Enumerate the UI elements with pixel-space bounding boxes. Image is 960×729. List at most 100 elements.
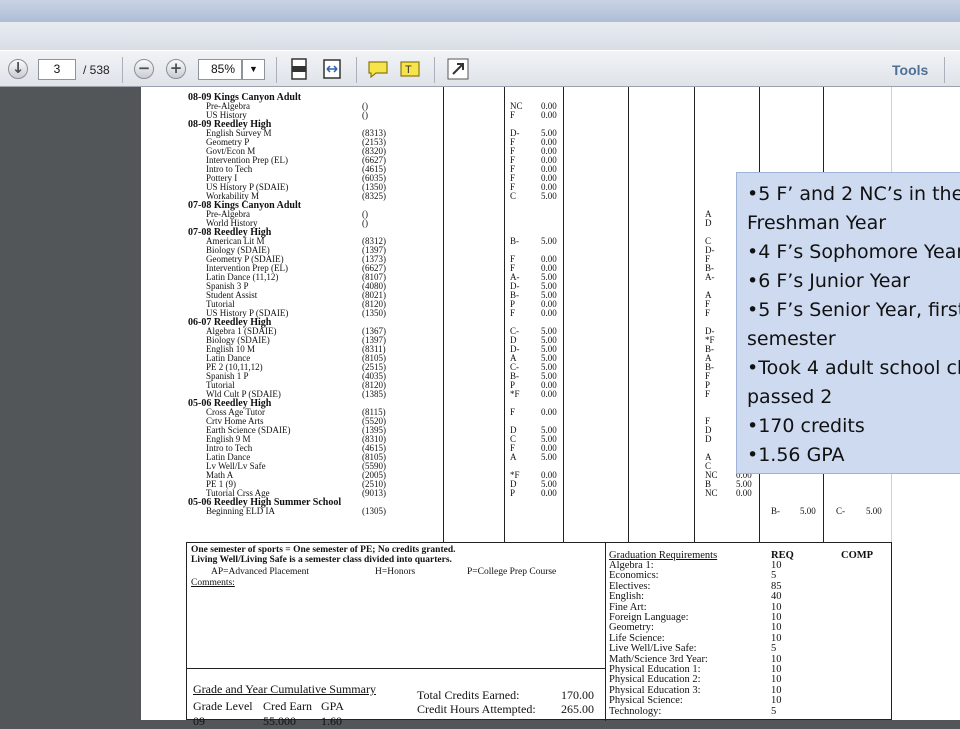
page-number-input[interactable]: 3 bbox=[38, 59, 76, 80]
menu-strip bbox=[0, 22, 960, 50]
bullet-item: •5 F’ and 2 NC’s in the bbox=[747, 183, 960, 205]
graduation-requirement-name: Geometry: bbox=[609, 622, 654, 634]
credit-sem1: 5.00 bbox=[541, 451, 557, 462]
fit-width-icon[interactable] bbox=[320, 57, 344, 81]
grade-sem1: F bbox=[510, 407, 516, 418]
pdf-toolbar: ↓ 3 / 538 − + 85% ▼ T Tools bbox=[0, 50, 960, 87]
toolbar-separator bbox=[944, 57, 945, 83]
credit-summer2: 5.00 bbox=[866, 505, 882, 516]
credit-summer: 5.00 bbox=[800, 505, 816, 516]
bullet-continuation: passed 2 bbox=[747, 386, 833, 408]
summary-row-grade: 09 bbox=[193, 714, 205, 728]
summary-divider bbox=[187, 668, 605, 669]
grade-sem2: F bbox=[705, 388, 711, 399]
lwls-note: Living Well/Living Safe is a semester cl… bbox=[191, 555, 452, 565]
grade-summer: B- bbox=[771, 505, 780, 516]
graduation-requirement-name: English: bbox=[609, 591, 645, 603]
bullet-item: •1.56 GPA bbox=[747, 444, 845, 466]
graduation-requirement-req: 5 bbox=[771, 705, 777, 717]
window-title-strip bbox=[0, 0, 960, 22]
graduation-requirement-name: Physical Science: bbox=[609, 695, 683, 707]
comments-label: Comments: bbox=[191, 578, 235, 588]
course-code: () bbox=[362, 218, 368, 229]
grade-sem2: D bbox=[705, 433, 712, 444]
grade-column-divider bbox=[563, 87, 564, 542]
graduation-requirement-name: Live Well/Live Safe: bbox=[609, 643, 697, 655]
expand-icon[interactable] bbox=[446, 57, 470, 81]
bullet-overlay: •5 F’ and 2 NC’s in the Freshman Year •4… bbox=[736, 172, 960, 474]
graduation-requirement-req: 5 bbox=[771, 643, 777, 655]
summary-col-grade: Grade Level bbox=[193, 699, 253, 713]
arrow-down-icon: ↓ bbox=[11, 59, 25, 77]
zoom-level-input[interactable]: 85% bbox=[198, 59, 242, 80]
tools-button[interactable]: Tools bbox=[892, 62, 928, 78]
toolbar-separator bbox=[356, 57, 357, 83]
bullet-item: •Took 4 adult school cl bbox=[747, 357, 960, 379]
attempted-label: Credit Hours Attempted: bbox=[417, 702, 536, 716]
caret-down-icon: ▼ bbox=[249, 64, 258, 74]
credit-sem1: 0.00 bbox=[541, 407, 557, 418]
grade-sem2: A- bbox=[705, 272, 715, 283]
summary-title: Grade and Year Cumulative Summary bbox=[193, 682, 376, 696]
grade-sem1: *F bbox=[510, 388, 520, 399]
graduation-requirement-req: 5 bbox=[771, 570, 777, 582]
legend-ap: AP=Advanced Placement bbox=[211, 567, 309, 577]
grade-sem1: F bbox=[510, 308, 516, 318]
graduation-requirement-req: 40 bbox=[771, 591, 782, 603]
grade-column-divider bbox=[504, 87, 505, 542]
credit-sem2: 0.00 bbox=[736, 487, 752, 498]
attempted-value: 265.00 bbox=[561, 702, 594, 716]
credit-sem1: 5.00 bbox=[541, 191, 557, 202]
legend-prep: P=College Prep Course bbox=[467, 567, 557, 577]
zoom-in-button[interactable]: + bbox=[166, 59, 186, 79]
grade-column-divider bbox=[628, 87, 629, 542]
graduation-requirement-name: Technology: bbox=[609, 705, 662, 717]
bullet-item: •6 F’s Junior Year bbox=[747, 270, 910, 292]
toolbar-separator bbox=[276, 57, 277, 83]
sticky-note-icon[interactable] bbox=[366, 57, 390, 81]
toolbar-separator bbox=[434, 57, 435, 83]
page-total-label: / 538 bbox=[83, 63, 110, 77]
sports-note: One semester of sports = One semester of… bbox=[191, 545, 456, 555]
grade-sem1: B- bbox=[510, 236, 519, 247]
graduation-requirement-name: Economics: bbox=[609, 570, 659, 582]
zoom-dropdown-button[interactable]: ▼ bbox=[242, 59, 265, 80]
bullet-item: •4 F’s Sophomore Year bbox=[747, 241, 960, 263]
credit-sem1: 5.00 bbox=[541, 236, 557, 247]
bullet-item: •170 credits bbox=[747, 415, 865, 437]
grade-column-divider bbox=[694, 87, 695, 542]
zoom-out-button[interactable]: − bbox=[134, 59, 154, 79]
grade-sem2: F bbox=[705, 308, 711, 318]
course-name: Beginning ELD IA bbox=[206, 505, 275, 516]
minus-icon: − bbox=[137, 59, 151, 77]
graduation-requirement-req: 10 bbox=[771, 622, 782, 634]
summary-col-cred: Cred Earn bbox=[263, 699, 312, 713]
credit-sem1: 0.00 bbox=[541, 388, 557, 399]
grade-sem1: C bbox=[510, 191, 517, 202]
grade-sem1: P bbox=[510, 487, 516, 498]
bullet-item: •5 F’s Senior Year, first bbox=[747, 299, 960, 321]
graduation-comp-header: COMP bbox=[841, 550, 874, 561]
graduation-requirement-req: 10 bbox=[771, 674, 782, 686]
graduation-requirement-req: 10 bbox=[771, 695, 782, 707]
grade-sem1: F bbox=[510, 110, 516, 121]
credit-sem1: 0.00 bbox=[541, 110, 557, 121]
grade-summer2: C- bbox=[836, 505, 845, 516]
plus-icon: + bbox=[169, 59, 183, 77]
bullet-continuation: Freshman Year bbox=[747, 212, 887, 234]
notes-section: One semester of sports = One semester of… bbox=[186, 542, 892, 728]
course-code: (1350) bbox=[362, 308, 386, 318]
fit-page-icon[interactable] bbox=[287, 57, 311, 81]
summary-row-cred: 55.000 bbox=[263, 714, 296, 728]
course-code: () bbox=[362, 110, 368, 121]
grade-sem2: NC bbox=[705, 487, 718, 498]
highlight-text-icon[interactable]: T bbox=[398, 57, 422, 81]
graduation-divider bbox=[605, 543, 606, 721]
course-code: (8325) bbox=[362, 191, 386, 202]
bullet-continuation: semester bbox=[747, 328, 836, 350]
credit-sem1: 0.00 bbox=[541, 308, 557, 318]
next-page-button[interactable]: ↓ bbox=[8, 59, 28, 79]
toolbar-separator bbox=[122, 57, 123, 83]
credit-sem1: 0.00 bbox=[541, 487, 557, 498]
course-code: (1305) bbox=[362, 505, 386, 516]
